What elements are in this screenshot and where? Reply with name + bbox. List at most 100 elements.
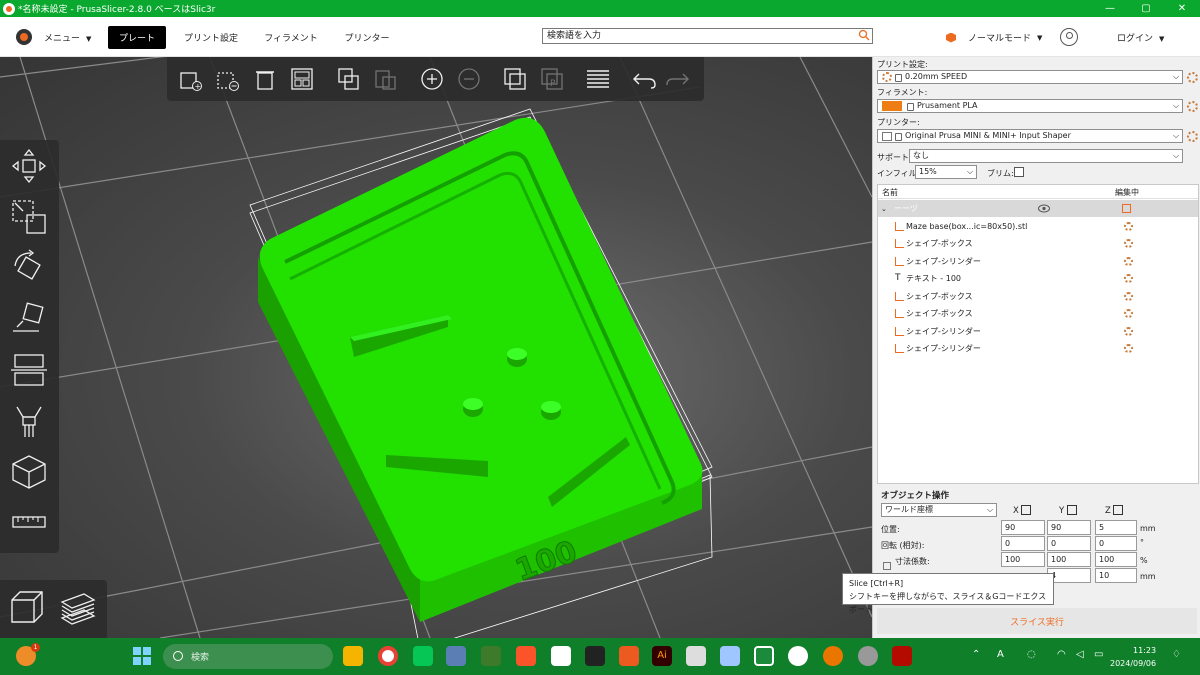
axis-y-lock-icon[interactable] bbox=[1067, 505, 1077, 515]
settings-gear-icon[interactable] bbox=[1124, 274, 1133, 283]
support-combo[interactable]: なし ⌵ bbox=[909, 149, 1183, 163]
filament-edit-icon[interactable] bbox=[1187, 101, 1198, 112]
brave-icon[interactable] bbox=[516, 646, 536, 666]
app-icon-16[interactable] bbox=[858, 646, 878, 666]
scale-icon[interactable] bbox=[8, 196, 50, 238]
position-z-field[interactable]: 5 bbox=[1095, 520, 1137, 535]
tray-app-icon[interactable]: ◌ bbox=[1027, 649, 1036, 660]
add-instance-icon[interactable] bbox=[418, 65, 446, 93]
print-settings-edit-icon[interactable] bbox=[1187, 72, 1198, 83]
filament-color-swatch[interactable] bbox=[882, 101, 902, 111]
axis-z-lock-icon[interactable] bbox=[1113, 505, 1123, 515]
size-z-field[interactable]: 10 bbox=[1095, 568, 1137, 583]
mode-selector[interactable]: ノーマルモード ▼ bbox=[946, 31, 1042, 44]
split-parts-icon[interactable]: P bbox=[538, 65, 566, 93]
list-item[interactable]: シェイプ-シリンダー bbox=[878, 253, 1198, 270]
tab-plater[interactable]: プレート bbox=[108, 26, 166, 49]
cut-icon[interactable] bbox=[8, 349, 50, 391]
3d-viewport[interactable]: 100 + P bbox=[0, 57, 872, 638]
volume-icon[interactable]: ◁ bbox=[1076, 649, 1084, 660]
wifi-icon[interactable]: ◠ bbox=[1057, 649, 1066, 660]
variable-layer-height-icon[interactable] bbox=[584, 65, 612, 93]
list-item[interactable]: T テキスト - 100 bbox=[878, 270, 1198, 287]
fusion-app-icon[interactable] bbox=[619, 646, 639, 666]
tab-print-settings[interactable]: プリント設定 bbox=[178, 26, 244, 49]
battery-icon[interactable]: ▭ bbox=[1094, 649, 1103, 660]
list-item[interactable]: シェイプ-ボックス bbox=[878, 235, 1198, 252]
ime-mode-icon[interactable]: A bbox=[997, 649, 1004, 660]
object-group-row[interactable]: ⌄ ーーヅ bbox=[878, 200, 1198, 217]
place-on-face-icon[interactable] bbox=[8, 298, 50, 340]
tab-filament[interactable]: フィラメント bbox=[260, 26, 322, 49]
taskbar-clock[interactable]: 11:23 2024/09/06 bbox=[1110, 644, 1156, 670]
weather-widget-icon[interactable]: 1 bbox=[16, 643, 40, 666]
chrome-icon[interactable] bbox=[378, 646, 398, 666]
list-item[interactable]: シェイプ-ボックス bbox=[878, 288, 1198, 305]
app-icon-13[interactable] bbox=[754, 646, 774, 666]
prusaslicer-taskbar-icon[interactable] bbox=[788, 646, 808, 666]
copy-icon[interactable] bbox=[335, 65, 363, 93]
blender-icon[interactable] bbox=[823, 646, 843, 666]
settings-gear-icon[interactable] bbox=[1124, 327, 1133, 336]
delete-object-icon[interactable] bbox=[214, 65, 242, 93]
list-item[interactable]: シェイプ-シリンダー bbox=[878, 323, 1198, 340]
3d-view-icon[interactable] bbox=[6, 588, 46, 631]
illustrator-icon[interactable]: Ai bbox=[652, 646, 672, 666]
split-objects-icon[interactable] bbox=[501, 65, 529, 93]
add-object-icon[interactable]: + bbox=[177, 65, 205, 93]
user-avatar-icon[interactable] bbox=[1060, 28, 1078, 46]
paste-icon[interactable] bbox=[372, 65, 400, 93]
measure-icon[interactable] bbox=[8, 502, 50, 544]
seam-painting-icon[interactable] bbox=[8, 451, 50, 493]
rotation-z-field[interactable]: 0 bbox=[1095, 536, 1137, 551]
tab-printer[interactable]: プリンター bbox=[338, 26, 396, 49]
settings-gear-icon[interactable] bbox=[1124, 239, 1133, 248]
brim-checkbox[interactable] bbox=[1014, 167, 1024, 177]
minimize-button[interactable]: — bbox=[1092, 3, 1128, 14]
settings-gear-icon[interactable] bbox=[1124, 257, 1133, 266]
coordinate-system-combo[interactable]: ワールド座標 ⌵ bbox=[881, 503, 997, 517]
scale-x-field[interactable]: 100 bbox=[1001, 552, 1045, 567]
windows-start-icon[interactable] bbox=[133, 647, 151, 665]
eye-icon[interactable] bbox=[1038, 204, 1050, 213]
login-button[interactable]: ログイン ▼ bbox=[1117, 31, 1164, 44]
settings-gear-icon[interactable] bbox=[1124, 292, 1133, 301]
edit-icon[interactable] bbox=[1122, 204, 1131, 213]
tray-chevron-up-icon[interactable]: ⌃ bbox=[972, 649, 980, 660]
redo-icon[interactable] bbox=[664, 65, 692, 93]
close-button[interactable]: ✕ bbox=[1164, 3, 1200, 14]
preview-layers-icon[interactable] bbox=[58, 588, 98, 631]
list-item[interactable]: シェイプ-ボックス bbox=[878, 305, 1198, 322]
undo-icon[interactable] bbox=[630, 65, 658, 93]
scale-z-field[interactable]: 100 bbox=[1095, 552, 1137, 567]
rotation-y-field[interactable]: 0 bbox=[1047, 536, 1091, 551]
position-y-field[interactable]: 90 bbox=[1047, 520, 1091, 535]
printer-combo[interactable]: Original Prusa MINI & MINI+ Input Shaper… bbox=[877, 129, 1183, 143]
delete-all-icon[interactable] bbox=[251, 65, 279, 93]
file-explorer-icon[interactable] bbox=[343, 646, 363, 666]
settings-gear-icon[interactable] bbox=[1124, 222, 1133, 231]
maximize-button[interactable]: ▢ bbox=[1128, 3, 1164, 14]
rotation-x-field[interactable]: 0 bbox=[1001, 536, 1045, 551]
minecraft-icon[interactable] bbox=[481, 646, 501, 666]
search-input[interactable]: 検索語を入力 bbox=[542, 28, 873, 44]
main-menu-button[interactable]: メニュー ▼ bbox=[44, 31, 91, 44]
taskbar-search-input[interactable]: 検索 bbox=[163, 644, 333, 669]
arrange-icon[interactable] bbox=[288, 65, 316, 93]
uniform-scale-lock-icon[interactable] bbox=[883, 562, 891, 570]
list-item[interactable]: シェイプ-シリンダー bbox=[878, 340, 1198, 357]
remove-instance-icon[interactable] bbox=[455, 65, 483, 93]
acrobat-icon[interactable] bbox=[892, 646, 912, 666]
settings-gear-icon[interactable] bbox=[1124, 309, 1133, 318]
app-icon-4[interactable] bbox=[446, 646, 466, 666]
notification-bell-icon[interactable]: ♢ bbox=[1172, 649, 1181, 660]
rotate-icon[interactable] bbox=[8, 247, 50, 289]
app-icon-12[interactable] bbox=[720, 646, 740, 666]
scale-y-field[interactable]: 100 bbox=[1047, 552, 1091, 567]
print-settings-combo[interactable]: 0.20mm SPEED ⌵ bbox=[877, 70, 1183, 84]
move-icon[interactable] bbox=[8, 145, 50, 187]
infill-combo[interactable]: 15% ⌵ bbox=[915, 165, 977, 179]
app-icon-8[interactable] bbox=[585, 646, 605, 666]
search-icon[interactable] bbox=[858, 29, 870, 41]
filament-combo[interactable]: Prusament PLA ⌵ bbox=[877, 99, 1183, 113]
